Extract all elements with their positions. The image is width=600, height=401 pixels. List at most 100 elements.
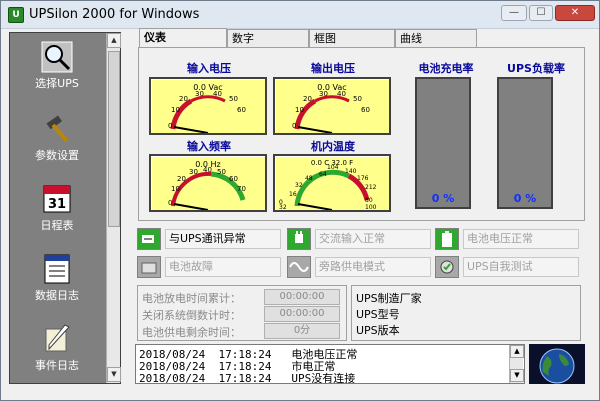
svg-text:20: 20: [303, 95, 312, 103]
close-button[interactable]: ✕: [555, 5, 595, 21]
sidebar-label-data-log: 数据日志: [35, 289, 79, 302]
self-test-icon: [435, 256, 459, 278]
svg-text:60: 60: [237, 106, 246, 114]
event-log-list[interactable]: 2018/08/24 17:18:24 电池电压正常 2018/08/24 17…: [135, 344, 525, 384]
log-entry: 2018/08/24 17:18:24 UPS没有连接: [139, 370, 355, 384]
input-frequency-title: 输入频率: [187, 140, 231, 153]
sidebar-scrollbar[interactable]: ▲ ▼: [106, 33, 121, 383]
svg-text:16: 16: [289, 191, 297, 198]
timer-label: 关闭系统倒数计时：: [142, 309, 241, 322]
status-battery-fault: 电池故障: [137, 256, 285, 278]
sidebar-item-settings[interactable]: 参数设置: [10, 109, 104, 177]
status-battery-voltage-text: 电池电压正常: [463, 229, 579, 249]
window-title: UPSilon 2000 for Windows: [29, 7, 200, 22]
quill-icon: [41, 323, 73, 355]
tab-gauges[interactable]: 仪表: [139, 28, 227, 48]
svg-text:50: 50: [353, 95, 362, 103]
tab-block-diagram[interactable]: 框图: [309, 29, 395, 47]
svg-text:48: 48: [305, 175, 313, 182]
svg-text:40: 40: [203, 166, 212, 174]
timer-value: 0分: [264, 323, 340, 339]
battery-fault-icon: [137, 256, 161, 278]
ups-load-value: 0 %: [513, 192, 537, 205]
timer-label: 电池放电时间累计：: [142, 292, 241, 305]
magnifier-icon: [41, 41, 73, 73]
svg-text:212: 212: [365, 184, 377, 191]
status-ac-input: 交流输入正常: [287, 228, 435, 250]
svg-text:20: 20: [177, 175, 186, 183]
status-bypass-text: 旁路供电模式: [315, 257, 431, 277]
sidebar: 选择UPS 参数设置 31 日程表 数据日志 事件日志 ▲ ▼: [9, 32, 121, 384]
battery-icon: [435, 228, 459, 250]
bypass-wave-icon: [287, 256, 311, 278]
timer-row: 关闭系统倒数计时： 00:00:00: [140, 306, 346, 323]
sidebar-item-data-log[interactable]: 数据日志: [10, 249, 104, 317]
title-bar[interactable]: U UPSilon 2000 for Windows — ☐ ✕: [1, 1, 599, 29]
svg-text:30: 30: [189, 168, 198, 176]
event-log-scrollbar[interactable]: ▲ ▼: [509, 345, 524, 383]
minimize-button[interactable]: —: [501, 5, 527, 21]
status-comm-text: 与UPS通讯异常: [165, 229, 281, 249]
output-voltage-title: 输出电压: [311, 62, 355, 75]
timer-label: 电池供电剩余时间：: [142, 326, 241, 339]
svg-text:40: 40: [213, 90, 222, 98]
tab-digital[interactable]: 数字: [227, 29, 309, 47]
sidebar-scroll-thumb[interactable]: [108, 51, 120, 227]
globe-logo: [529, 344, 585, 384]
battery-charge-value: 0 %: [431, 192, 455, 205]
svg-text:10: 10: [171, 106, 180, 114]
svg-text:100: 100: [365, 204, 377, 210]
timer-value: 00:00:00: [264, 289, 340, 305]
svg-text:50: 50: [217, 168, 226, 176]
ups-manufacturer: UPS制造厂家: [356, 292, 422, 305]
svg-text:70: 70: [237, 185, 246, 193]
status-battery-voltage: 电池电压正常: [435, 228, 583, 250]
ups-info-panel: UPS制造厂家 UPS型号 UPS版本: [351, 285, 581, 341]
svg-text:10: 10: [171, 185, 180, 193]
sidebar-item-schedule[interactable]: 31 日程表: [10, 179, 104, 247]
svg-text:32: 32: [279, 204, 287, 210]
sidebar-item-event-log[interactable]: 事件日志: [10, 319, 104, 387]
status-self-test-text: UPS自我测试: [463, 257, 579, 277]
svg-text:0: 0: [292, 122, 296, 130]
sidebar-item-select-ups[interactable]: 选择UPS: [10, 37, 104, 105]
log-date: 2018/08/24: [139, 372, 206, 384]
input-frequency-gauge: 0.0 Hz 0 10 20 30 40 50 60 70: [149, 154, 267, 212]
maximize-button[interactable]: ☐: [529, 5, 553, 21]
svg-text:32: 32: [295, 182, 303, 189]
status-comm: 与UPS通讯异常: [137, 228, 285, 250]
ups-version: UPS版本: [356, 324, 400, 337]
svg-text:60: 60: [229, 175, 238, 183]
input-voltage-title: 输入电压: [187, 62, 231, 75]
log-time: 17:18:24: [218, 372, 272, 384]
ups-model: UPS型号: [356, 308, 400, 321]
svg-text:140: 140: [345, 168, 357, 175]
svg-text:0: 0: [168, 199, 172, 207]
timer-value: 00:00:00: [264, 306, 340, 322]
svg-text:10: 10: [295, 106, 304, 114]
app-icon: U: [8, 7, 24, 23]
scroll-up-arrow-icon[interactable]: ▲: [107, 33, 121, 48]
svg-text:64: 64: [319, 171, 327, 178]
svg-text:104: 104: [327, 164, 339, 171]
battery-charge-title: 电池充电率: [418, 62, 474, 75]
svg-text:80: 80: [365, 197, 373, 204]
output-voltage-gauge: 0.0 Vac 0 10 20 30 40 50 60: [273, 77, 391, 135]
log-scroll-up-arrow-icon[interactable]: ▲: [510, 345, 524, 358]
svg-text:31: 31: [48, 197, 66, 212]
log-scroll-down-arrow-icon[interactable]: ▼: [510, 369, 524, 382]
svg-text:50: 50: [229, 95, 238, 103]
data-log-icon: [41, 253, 73, 285]
hammer-icon: [41, 113, 73, 145]
sidebar-label-schedule: 日程表: [40, 219, 74, 232]
sidebar-label-event-log: 事件日志: [35, 359, 79, 372]
timer-row: 电池供电剩余时间： 0分: [140, 323, 346, 340]
svg-text:30: 30: [319, 90, 328, 98]
battery-charge-bar: 0 %: [415, 77, 471, 209]
sidebar-label-settings: 参数设置: [35, 149, 79, 162]
tab-curves[interactable]: 曲线: [395, 29, 477, 47]
internal-temperature-gauge: 0.0 C 32.0 F 16 32 48 64 104 140 176 212…: [273, 154, 391, 212]
ups-load-title: UPS负载率: [507, 62, 565, 75]
svg-text:30: 30: [195, 90, 204, 98]
scroll-down-arrow-icon[interactable]: ▼: [107, 367, 121, 382]
